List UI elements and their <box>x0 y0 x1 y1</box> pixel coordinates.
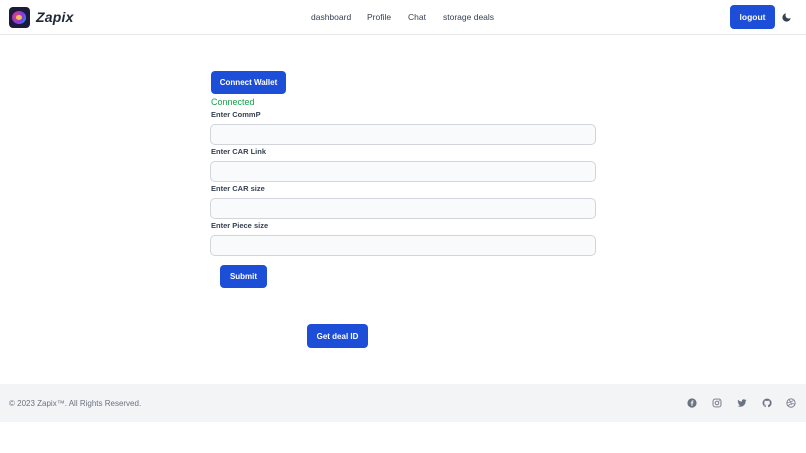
piece-size-label: Enter Piece size <box>211 221 269 230</box>
logout-button[interactable]: logout <box>730 5 775 29</box>
car-link-input[interactable] <box>210 161 596 182</box>
nav-dashboard[interactable]: dashboard <box>311 12 351 22</box>
main-nav: dashboard Profile Chat storage deals <box>0 12 806 26</box>
commp-label: Enter CommP <box>211 110 261 119</box>
car-size-input[interactable] <box>210 198 596 219</box>
nav-chat[interactable]: Chat <box>408 12 426 22</box>
dribbble-icon[interactable] <box>786 398 796 408</box>
top-navbar: Zapix dashboard Profile Chat storage dea… <box>0 0 806 35</box>
submit-button[interactable]: Submit <box>220 265 267 288</box>
twitter-icon[interactable] <box>737 398 747 408</box>
copyright-text: © 2023 Zapix™. All Rights Reserved. <box>9 399 142 408</box>
car-link-label: Enter CAR Link <box>211 147 267 156</box>
github-icon[interactable] <box>762 398 772 408</box>
connect-wallet-button[interactable]: Connect Wallet <box>211 71 286 94</box>
footer: © 2023 Zapix™. All Rights Reserved. <box>0 384 806 422</box>
piece-size-input[interactable] <box>210 235 596 256</box>
nav-profile[interactable]: Profile <box>367 12 391 22</box>
facebook-icon[interactable] <box>687 398 697 408</box>
moon-icon[interactable] <box>781 12 792 23</box>
wallet-status-text: Connected <box>211 97 255 107</box>
commp-input[interactable] <box>210 124 596 145</box>
get-deal-id-button[interactable]: Get deal ID <box>307 324 368 348</box>
nav-storage-deals[interactable]: storage deals <box>443 12 494 22</box>
instagram-icon[interactable] <box>712 398 722 408</box>
car-size-label: Enter CAR size <box>211 184 265 193</box>
